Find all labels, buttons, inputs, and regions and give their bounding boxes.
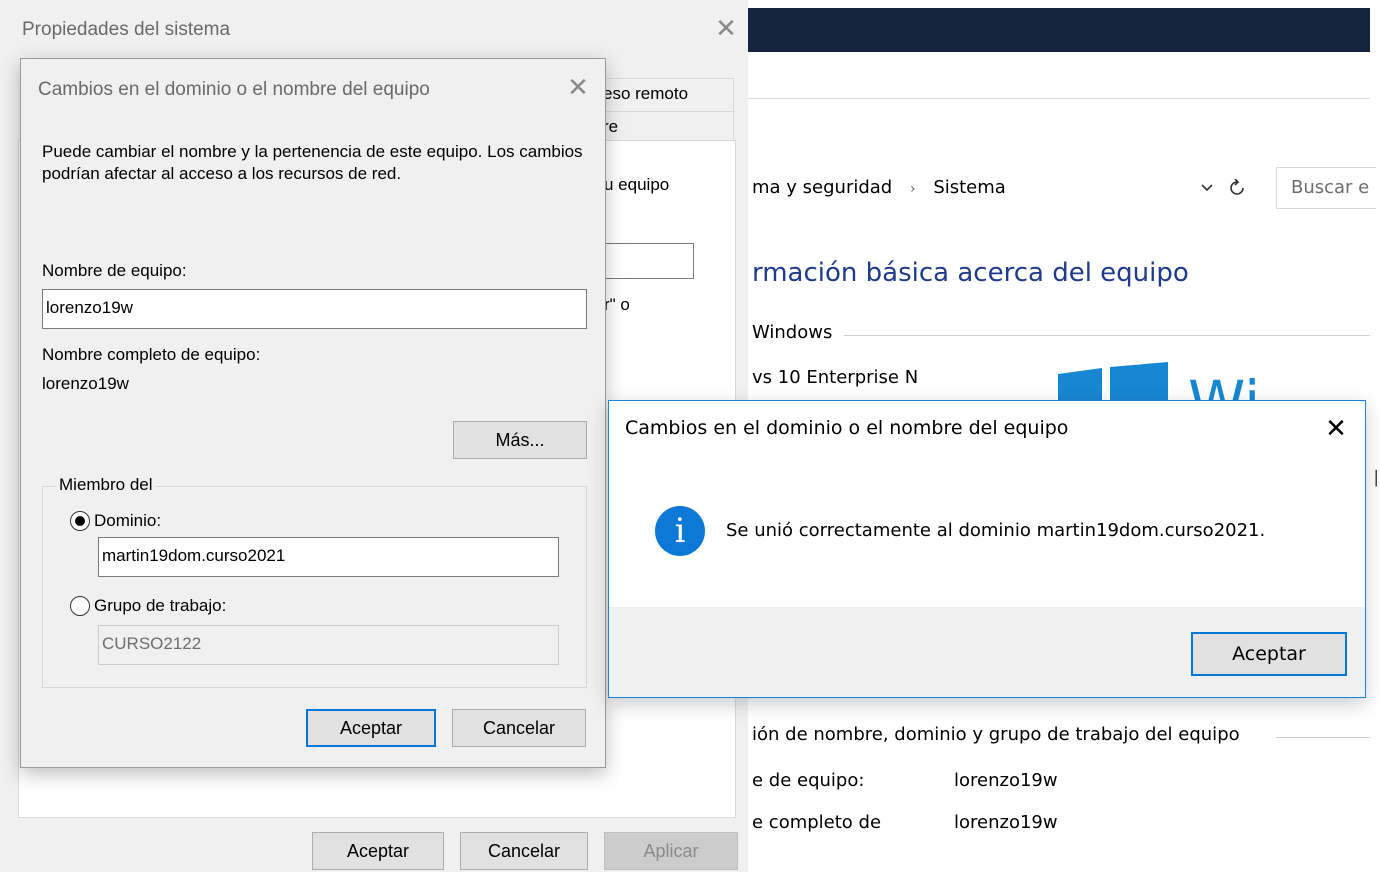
group-divider xyxy=(1276,737,1370,738)
dialog-title: Cambios en el dominio o el nombre del eq… xyxy=(38,79,430,100)
computer-name-group-label: ión de nombre, dominio y grupo de trabaj… xyxy=(752,724,1240,745)
computer-name-label: Nombre de equipo: xyxy=(42,261,187,280)
ok-button[interactable]: Aceptar xyxy=(306,709,436,747)
tab-hardware[interactable]: re xyxy=(598,111,734,141)
cancel-button[interactable]: Cancelar xyxy=(452,709,586,747)
workgroup-input: CURSO2122 xyxy=(98,625,559,665)
message-box-title: Cambios en el dominio o el nombre del eq… xyxy=(625,417,1069,439)
windows-logo-text: Wi xyxy=(1188,362,1338,400)
domain-radio-label: Dominio: xyxy=(94,511,162,530)
page-title: rmación básica acerca del equipo xyxy=(752,258,1189,288)
computer-name-input[interactable]: lorenzo19w xyxy=(42,289,587,329)
domain-radio-row[interactable]: Dominio: xyxy=(70,511,161,531)
tab-remote-access[interactable]: eso remoto xyxy=(598,78,734,112)
dialog-description: Puede cambiar el nombre y la pertenencia… xyxy=(42,142,583,183)
close-icon[interactable]: ✕ xyxy=(1321,413,1351,443)
refresh-icon[interactable] xyxy=(1226,175,1248,201)
workgroup-radio[interactable] xyxy=(70,596,90,616)
ok-button[interactable]: Aceptar xyxy=(312,832,444,870)
windows-edition-group-label: Windows xyxy=(752,322,833,343)
breadcrumb-system[interactable]: Sistema xyxy=(933,177,1006,198)
info-icon: i xyxy=(655,506,705,556)
member-of-label: Miembro del xyxy=(56,475,156,495)
control-panel-title-bar xyxy=(748,8,1370,52)
workgroup-radio-row[interactable]: Grupo de trabajo: xyxy=(70,596,226,616)
side-fragment: ▕ xyxy=(1366,470,1377,486)
group-divider xyxy=(844,335,1370,336)
ok-button[interactable]: Aceptar xyxy=(1191,632,1347,676)
domain-join-message-box: Cambios en el dominio o el nombre del eq… xyxy=(608,400,1366,698)
close-icon[interactable]: ✕ xyxy=(564,73,592,101)
chevron-down-icon[interactable] xyxy=(1196,177,1218,199)
domain-input[interactable]: martin19dom.curso2021 xyxy=(98,537,559,577)
windows-logo-icon xyxy=(1058,362,1168,400)
close-icon[interactable]: ✕ xyxy=(712,14,740,42)
computer-name-value: lorenzo19w xyxy=(954,770,1058,791)
apply-button: Aplicar xyxy=(604,832,738,870)
workgroup-radio-label: Grupo de trabajo: xyxy=(94,596,227,615)
domain-radio[interactable] xyxy=(70,511,90,531)
dialog-title: Propiedades del sistema xyxy=(22,19,231,40)
computer-name-label: e de equipo: xyxy=(752,770,865,791)
search-input[interactable]: Buscar e xyxy=(1276,167,1376,209)
domain-change-dialog: Cambios en el dominio o el nombre del eq… xyxy=(20,58,606,768)
computer-description-input[interactable] xyxy=(598,243,694,279)
windows-edition-value: vs 10 Enterprise N xyxy=(752,367,919,388)
full-name-value: lorenzo19w xyxy=(42,374,129,393)
page-text-fragment: u equipo xyxy=(604,175,670,194)
toolbar-divider xyxy=(748,98,1370,99)
breadcrumb-separator-icon: › xyxy=(909,181,916,197)
full-name-label: Nombre completo de equipo: xyxy=(42,345,261,364)
breadcrumb-system-security[interactable]: ma y seguridad xyxy=(752,177,892,198)
cancel-button[interactable]: Cancelar xyxy=(460,832,588,870)
message-text: Se unió correctamente al dominio martin1… xyxy=(726,520,1266,541)
full-name-label: e completo de xyxy=(752,812,882,833)
address-bar[interactable]: ma y seguridad › Sistema xyxy=(748,167,1254,209)
page-text-fragment: r" o xyxy=(604,295,630,314)
full-name-value: lorenzo19w xyxy=(954,812,1058,833)
more-button[interactable]: Más... xyxy=(453,421,587,459)
